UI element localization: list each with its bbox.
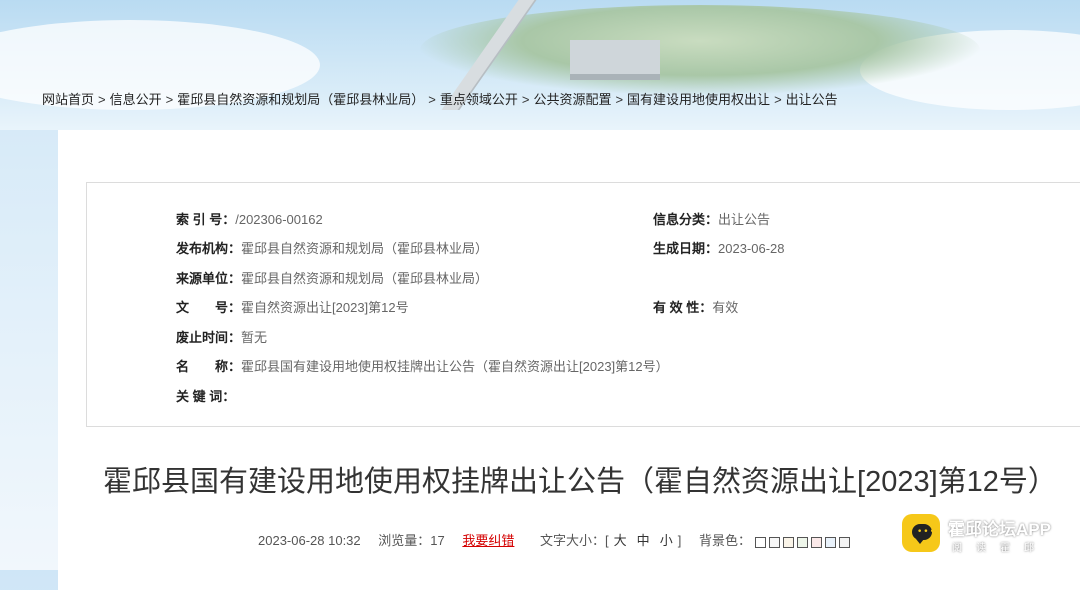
breadcrumb-home[interactable]: 网站首页 [42, 92, 94, 107]
breadcrumb-key-areas[interactable]: 重点领域公开 [440, 92, 518, 107]
source-value: 霍邱县自然资源和规划局（霍邱县林业局） [241, 271, 489, 286]
name-value: 霍邱县国有建设用地使用权挂牌出让公告（霍自然资源出让[2023]第12号） [241, 359, 669, 374]
publisher-row: 发布机构：霍邱县自然资源和规划局（霍邱县林业局） [176, 238, 488, 257]
category-row: 信息分类：出让公告 [653, 209, 770, 228]
breadcrumb-separator: > [98, 92, 106, 107]
bg-color-swatch[interactable] [824, 537, 836, 549]
date-label: 生成日期： [653, 241, 719, 256]
expire-value: 暂无 [241, 330, 268, 345]
date-value: 2023-06-28 [718, 241, 785, 256]
breadcrumb-bureau[interactable]: 霍邱县自然资源和规划局（霍邱县林业局） [177, 92, 424, 107]
category-label: 信息分类： [653, 212, 719, 227]
header-banner [0, 0, 1080, 130]
index-value: /202306-00162 [235, 212, 323, 227]
views-count: 17 [430, 533, 445, 548]
article-title: 霍邱县国有建设用地使用权挂牌出让公告（霍自然资源出让[2023]第12号） [103, 466, 1057, 498]
fontsize-close: ] [677, 533, 682, 548]
breadcrumb-separator: > [521, 92, 530, 107]
publish-datetime: 2023-06-28 10:32 [258, 533, 361, 548]
source-row: 来源单位：霍邱县自然资源和规划局（霍邱县林业局） [176, 268, 488, 287]
breadcrumb-separator: > [428, 92, 436, 107]
bg-color-swatch[interactable] [754, 537, 766, 549]
fontsize-small-button[interactable]: 小 [660, 533, 673, 548]
bg-color-swatch[interactable] [796, 537, 808, 549]
report-error-link[interactable]: 我要纠错 [462, 533, 514, 548]
name-label: 名 称： [176, 359, 242, 374]
validity-value: 有效 [712, 300, 739, 315]
validity-row: 有 效 性：有效 [653, 297, 738, 316]
source-label: 来源单位： [176, 271, 242, 286]
index-row: 索 引 号：/202306-00162 [176, 209, 323, 228]
breadcrumb-land-transfer[interactable]: 国有建设用地使用权出让 [627, 92, 770, 107]
publisher-label: 发布机构： [176, 241, 242, 256]
bg-color-label: 背景色： [698, 533, 751, 548]
keywords-label: 关 键 词： [176, 389, 236, 404]
docno-value: 霍自然资源出让[2023]第12号 [241, 300, 409, 315]
bg-color-swatch[interactable] [768, 537, 780, 549]
expire-row: 废止时间：暂无 [176, 327, 267, 346]
dam-decoration [570, 40, 660, 80]
bg-color-swatch[interactable] [838, 537, 850, 549]
breadcrumb-transfer-notice[interactable]: 出让公告 [786, 92, 838, 107]
index-label: 索 引 号： [176, 212, 236, 227]
docno-label: 文 号： [176, 300, 242, 315]
expire-label: 废止时间： [176, 330, 242, 345]
fontsize-large-button[interactable]: 大 [614, 533, 627, 548]
bubble-dots-icon: ••• [917, 527, 936, 537]
validity-label: 有 效 性： [653, 300, 713, 315]
docno-row: 文 号：霍自然资源出让[2023]第12号 [176, 297, 409, 316]
date-row: 生成日期：2023-06-28 [653, 238, 785, 257]
keywords-row: 关 键 词： [176, 386, 235, 405]
app-watermark: ••• 霍邱论坛APP 阅读霍邱 [898, 511, 1078, 559]
breadcrumb-separator: > [165, 92, 174, 107]
breadcrumb-separator: > [615, 92, 624, 107]
fontsize-label: 文字大小：[ [540, 533, 609, 548]
bg-color-swatch[interactable] [810, 537, 822, 549]
fontsize-medium-button[interactable]: 中 [637, 533, 650, 548]
bg-color-swatch[interactable] [782, 537, 794, 549]
breadcrumb-separator: > [774, 92, 782, 107]
article-meta: 2023-06-28 10:32 浏览量：17 我要纠错 文字大小：[大中小] … [258, 530, 853, 549]
name-row: 名 称：霍邱县国有建设用地使用权挂牌出让公告（霍自然资源出让[2023]第12号… [176, 356, 669, 375]
views-label: 浏览量： [378, 533, 431, 548]
breadcrumb-public-resources[interactable]: 公共资源配置 [533, 92, 611, 107]
bg-color-swatches [754, 534, 853, 549]
category-value: 出让公告 [718, 212, 771, 227]
app-logo: ••• [902, 514, 940, 552]
breadcrumb-info-public[interactable]: 信息公开 [110, 92, 162, 107]
publisher-value: 霍邱县自然资源和规划局（霍邱县林业局） [241, 241, 489, 256]
breadcrumb: 网站首页 > 信息公开 > 霍邱县自然资源和规划局（霍邱县林业局） > 重点领域公开 > 公共资… [42, 89, 838, 108]
app-name: 霍邱论坛APP [948, 520, 1051, 539]
app-slogan: 阅读霍邱 [952, 543, 1048, 554]
